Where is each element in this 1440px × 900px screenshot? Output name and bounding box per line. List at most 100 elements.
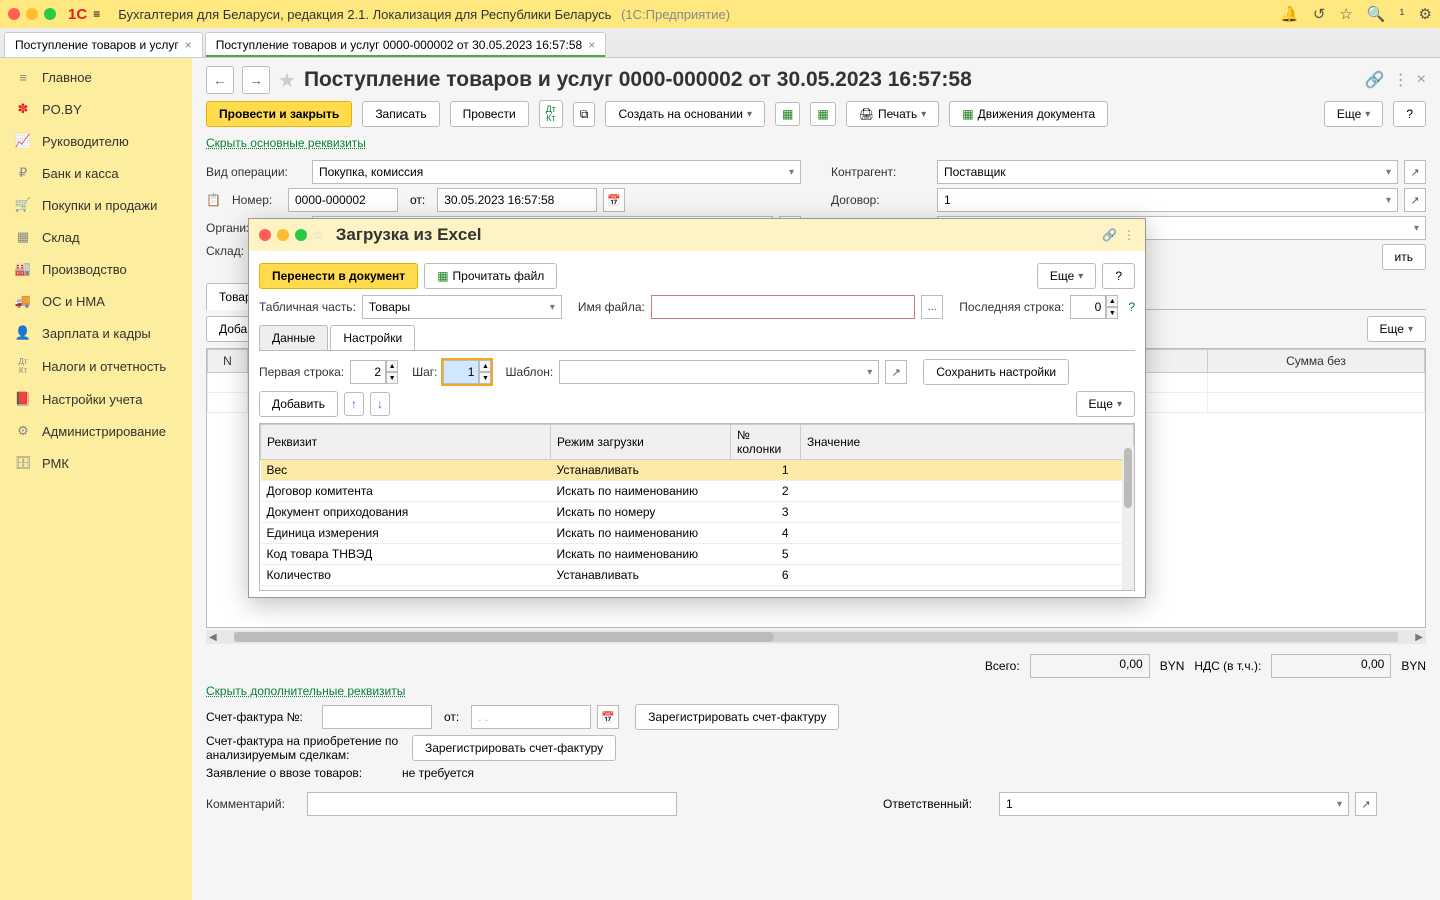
link-icon[interactable]: 🔗 bbox=[1102, 228, 1117, 242]
window-min[interactable] bbox=[26, 8, 38, 20]
sidebar-item-tax[interactable]: ДтКтНалоги и отчетность bbox=[0, 349, 192, 383]
sidebar-item-manager[interactable]: 📈Руководителю bbox=[0, 125, 192, 157]
hamburger-icon[interactable]: ≡ bbox=[93, 7, 100, 21]
vertical-scrollbar[interactable] bbox=[1122, 446, 1134, 590]
horizontal-scrollbar[interactable]: ◀▶ bbox=[206, 630, 1426, 644]
excel-export-button[interactable]: ▦ bbox=[775, 102, 800, 126]
nav-back[interactable]: ← bbox=[206, 66, 234, 94]
link-icon[interactable]: 🔗 bbox=[1365, 70, 1385, 90]
sidebar-item-stock[interactable]: ▦Склад bbox=[0, 221, 192, 253]
user-indicator[interactable]: ¹ bbox=[1400, 6, 1405, 23]
kebab-icon[interactable]: ⋮ bbox=[1393, 70, 1409, 90]
modal-tab-data[interactable]: Данные bbox=[259, 325, 328, 350]
modal-max[interactable] bbox=[295, 229, 307, 241]
table-part-select[interactable]: Товары bbox=[362, 295, 562, 319]
factory-icon: 🏭 bbox=[14, 261, 32, 277]
structure-button[interactable]: ⧉ bbox=[573, 102, 596, 127]
bell-icon[interactable]: 🔔 bbox=[1280, 5, 1299, 23]
filename-input[interactable] bbox=[651, 295, 915, 319]
nav-forward[interactable]: → bbox=[242, 66, 270, 94]
tab-document[interactable]: Поступление товаров и услуг 0000-000002 … bbox=[205, 32, 607, 57]
move-up-button[interactable]: ↑ bbox=[344, 392, 364, 416]
read-file-button[interactable]: ▦ Прочитать файл bbox=[424, 263, 557, 289]
contract-select[interactable]: 1 bbox=[937, 188, 1398, 212]
add-attr-button[interactable]: Добавить bbox=[259, 391, 338, 417]
import-label: Заявление о ввозе товаров: bbox=[206, 766, 396, 780]
transfer-button[interactable]: Перенести в документ bbox=[259, 263, 418, 289]
sidebar-item-poby[interactable]: ✽PO.BY bbox=[0, 93, 192, 125]
search-icon[interactable]: 🔍 bbox=[1367, 5, 1386, 23]
last-row-spinner[interactable]: ▲▼ bbox=[1070, 295, 1118, 319]
modal-star-icon[interactable]: ☆ bbox=[313, 228, 324, 242]
sidebar-item-rmk[interactable]: 🗄РМК bbox=[0, 447, 192, 479]
close-icon[interactable]: × bbox=[185, 38, 192, 52]
modal-close[interactable] bbox=[259, 229, 271, 241]
help-icon[interactable]: ? bbox=[1128, 300, 1135, 314]
window-max[interactable] bbox=[44, 8, 56, 20]
number-icon[interactable]: 📋 bbox=[206, 193, 226, 207]
step-spinner[interactable]: ▲▼ bbox=[443, 360, 491, 384]
number-input[interactable]: 0000-000002 bbox=[288, 188, 398, 212]
sidebar-item-bank[interactable]: ₽Банк и касса bbox=[0, 157, 192, 189]
open-icon[interactable]: ↗ bbox=[1404, 188, 1426, 212]
star-icon[interactable]: ☆ bbox=[1339, 5, 1352, 23]
move-down-button[interactable]: ↓ bbox=[370, 392, 390, 416]
sidebar-item-salary[interactable]: 👤Зарплата и кадры bbox=[0, 317, 192, 349]
operation-select[interactable]: Покупка, комиссия bbox=[312, 160, 801, 184]
more-button[interactable]: Еще bbox=[1324, 101, 1383, 127]
contractor-select[interactable]: Поставщик bbox=[937, 160, 1398, 184]
truck-icon: 🚚 bbox=[14, 293, 32, 309]
window-close[interactable] bbox=[8, 8, 20, 20]
modal-more-button[interactable]: Еще bbox=[1037, 263, 1096, 289]
hide-main-link[interactable]: Скрыть основные реквизиты bbox=[206, 136, 1426, 150]
write-button[interactable]: Записать bbox=[362, 101, 439, 127]
sidebar-item-buy-sell[interactable]: 🛒Покупки и продажи bbox=[0, 189, 192, 221]
close-icon[interactable]: × bbox=[588, 38, 595, 52]
poby-icon: ✽ bbox=[14, 101, 32, 117]
responsible-select[interactable]: 1 bbox=[999, 792, 1349, 816]
import-value: не требуется bbox=[402, 766, 474, 780]
modal-help-button[interactable]: ? bbox=[1102, 263, 1135, 289]
modal-tab-settings[interactable]: Настройки bbox=[330, 325, 415, 350]
template-select[interactable] bbox=[559, 360, 879, 384]
invoice-date-input[interactable]: . . bbox=[471, 705, 591, 729]
settings-grid[interactable]: Реквизит Режим загрузки № колонки Значен… bbox=[259, 423, 1135, 591]
comment-input[interactable] bbox=[307, 792, 677, 816]
history-icon[interactable]: ↺ bbox=[1313, 5, 1326, 23]
register-invoice-button[interactable]: Зарегистрировать счет-фактуру bbox=[635, 704, 839, 730]
save-settings-button[interactable]: Сохранить настройки bbox=[923, 359, 1069, 385]
hide-add-link[interactable]: Скрыть дополнительные реквизиты bbox=[206, 684, 405, 698]
invoice-num-input[interactable] bbox=[322, 705, 432, 729]
tab-list[interactable]: Поступление товаров и услуг × bbox=[4, 32, 203, 57]
open-icon[interactable]: ↗ bbox=[1404, 160, 1426, 184]
modal-min[interactable] bbox=[277, 229, 289, 241]
favorite-star-icon[interactable]: ★ bbox=[278, 68, 296, 93]
open-icon[interactable]: ↗ bbox=[885, 360, 907, 384]
print-button[interactable]: 🖨 Печать bbox=[846, 101, 940, 127]
sidebar-item-main[interactable]: ≡Главное bbox=[0, 62, 192, 93]
browse-button[interactable]: ... bbox=[921, 295, 943, 319]
calendar-icon[interactable]: 📅 bbox=[603, 188, 625, 212]
post-button[interactable]: Провести bbox=[450, 101, 529, 127]
sidebar-item-account-settings[interactable]: 📕Настройки учета bbox=[0, 383, 192, 415]
close-page-icon[interactable]: × bbox=[1417, 71, 1426, 89]
create-from-button[interactable]: Создать на основании bbox=[605, 101, 765, 127]
post-close-button[interactable]: Провести и закрыть bbox=[206, 101, 352, 127]
movements-button[interactable]: ▦ Движения документа bbox=[949, 101, 1108, 127]
calendar-icon[interactable]: 📅 bbox=[597, 705, 619, 729]
grid-more-button[interactable]: Еще bbox=[1076, 391, 1135, 417]
sidebar-item-production[interactable]: 🏭Производство bbox=[0, 253, 192, 285]
first-row-spinner[interactable]: ▲▼ bbox=[350, 360, 398, 384]
help-button[interactable]: ? bbox=[1393, 101, 1426, 127]
kebab-icon[interactable]: ⋮ bbox=[1123, 228, 1135, 242]
excel-import-button[interactable]: ▦ bbox=[810, 102, 835, 126]
settings-icon[interactable]: ⚙ bbox=[1419, 5, 1432, 23]
dtkt-button[interactable]: ДтКт bbox=[539, 100, 563, 128]
date-input[interactable]: 30.05.2023 16:57:58 bbox=[437, 188, 597, 212]
register-invoice2-button[interactable]: Зарегистрировать счет-фактуру bbox=[412, 735, 616, 761]
sidebar-item-admin[interactable]: ⚙Администрирование bbox=[0, 415, 192, 447]
sidebar-item-assets[interactable]: 🚚ОС и НМА bbox=[0, 285, 192, 317]
expand-button[interactable]: ить bbox=[1382, 244, 1426, 270]
table-more-button[interactable]: Еще bbox=[1367, 316, 1426, 342]
open-icon[interactable]: ↗ bbox=[1355, 792, 1377, 816]
